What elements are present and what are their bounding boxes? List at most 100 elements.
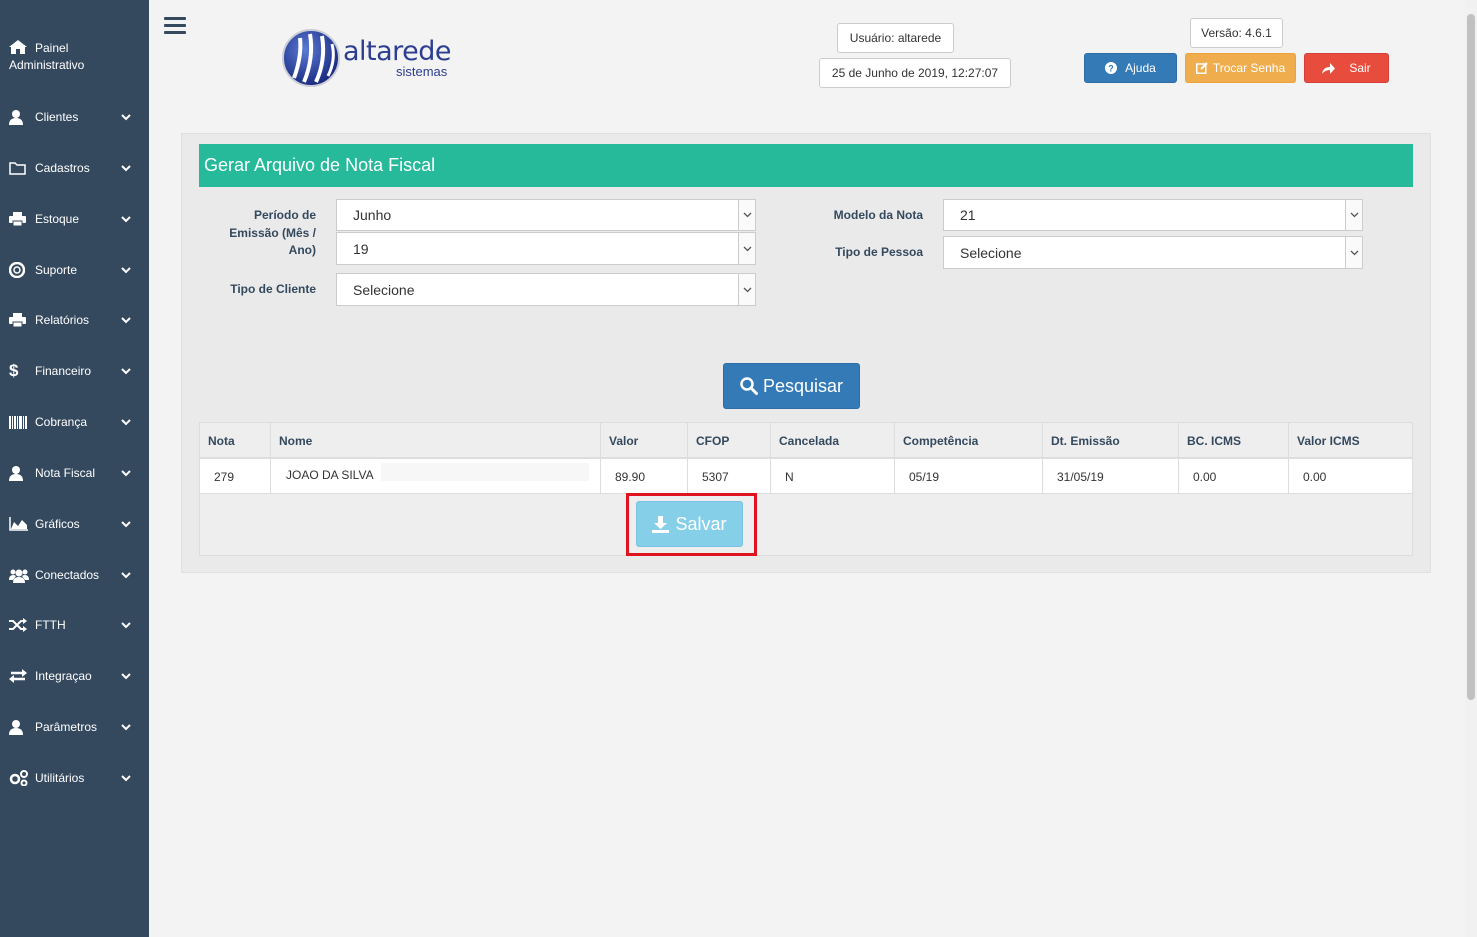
table-cell: 89.90 <box>601 459 688 494</box>
logo-globe-icon <box>282 29 340 87</box>
dollar-icon: $ <box>9 361 19 380</box>
sidebar-item-relatorios[interactable]: Relatórios <box>0 300 149 340</box>
sidebar-item-nota-fiscal[interactable]: Nota Fiscal <box>0 453 149 493</box>
year-select[interactable]: 19 <box>336 232 756 265</box>
search-icon <box>740 377 758 395</box>
chevron-down-icon <box>119 621 133 629</box>
column-header: Competência <box>895 423 1043 458</box>
chevron-down-icon <box>738 200 755 230</box>
sidebar-item-label: Cobrança <box>35 415 88 429</box>
sidebar-item-label: FTTH <box>35 618 66 632</box>
sidebar-item-painel[interactable]: Painel Administrativo <box>9 40 139 74</box>
save-button[interactable]: Salvar <box>636 501 743 547</box>
user-icon <box>9 719 29 735</box>
chevron-down-icon <box>119 520 133 528</box>
shuffle-icon <box>9 617 29 633</box>
chevron-down-icon <box>119 367 133 375</box>
sidebar-item-financeiro[interactable]: $ Financeiro <box>0 351 149 391</box>
redacted-area <box>381 463 589 481</box>
chevron-down-icon <box>738 233 755 264</box>
column-header: Nome <box>271 423 601 458</box>
column-header: Valor <box>601 423 688 458</box>
lifebuoy-icon <box>9 262 29 278</box>
column-header: Valor ICMS <box>1297 433 1360 448</box>
scrollbar-thumb[interactable] <box>1467 14 1475 700</box>
sidebar-item-label: Integraçao <box>35 669 92 683</box>
client-name: JOAO DA SILVA <box>286 468 374 482</box>
user-label: Usuário: altarede <box>837 23 954 53</box>
table-cell: 05/19 <box>895 459 1043 494</box>
search-button-label: Pesquisar <box>762 375 844 396</box>
sidebar-item-graficos[interactable]: Gráficos <box>0 504 149 544</box>
change-password-label: Trocar Senha <box>1212 61 1286 75</box>
person-type-label: Tipo de Pessoa <box>835 245 923 259</box>
sidebar-item-estoque[interactable]: Estoque <box>0 199 149 239</box>
exchange-icon <box>9 668 29 684</box>
sidebar: Painel Administrativo Clientes Cadastros… <box>0 0 149 937</box>
chevron-down-icon <box>119 774 133 782</box>
folder-icon <box>9 160 29 176</box>
sidebar-item-label: Clientes <box>35 110 79 124</box>
logout-button[interactable]: Sair <box>1304 53 1389 83</box>
client-type-label: Tipo de Cliente <box>230 282 316 296</box>
sidebar-item-label: Estoque <box>35 212 80 226</box>
search-button[interactable]: Pesquisar <box>723 363 860 409</box>
table-row[interactable]: 279 JOAO DA SILVA 89.90 5307 N 05/19 31/… <box>200 459 1412 494</box>
sidebar-item-label: Conectados <box>35 568 100 582</box>
sidebar-item-label: Suporte <box>35 263 78 277</box>
logo-wordmark: altarede <box>343 36 452 67</box>
chevron-down-icon <box>119 723 133 731</box>
edit-icon <box>1195 62 1208 74</box>
chevron-down-icon <box>119 469 133 477</box>
user-icon <box>9 109 29 125</box>
sidebar-item-cobranca[interactable]: Cobrança <box>0 402 149 442</box>
table-cell: 5307 <box>688 459 771 494</box>
person-type-select[interactable]: Selecione <box>943 236 1363 269</box>
chevron-down-icon <box>119 113 133 121</box>
table-cell: N <box>771 459 895 494</box>
barcode-icon <box>9 414 29 430</box>
user-icon <box>9 465 29 481</box>
sidebar-painel-line2: Administrativo <box>9 58 85 72</box>
page-title: Gerar Arquivo de Nota Fiscal <box>199 144 1413 187</box>
column-header: BC. ICMS <box>1179 423 1289 458</box>
download-icon <box>652 515 670 533</box>
chevron-down-icon <box>119 571 133 579</box>
chevron-down-icon <box>1345 237 1362 268</box>
sidebar-item-conectados[interactable]: Conectados <box>0 555 149 595</box>
sidebar-item-ftth[interactable]: FTTH <box>0 605 149 645</box>
chevron-down-icon <box>119 164 133 172</box>
help-button[interactable]: ? Ajuda <box>1084 53 1177 83</box>
month-select-value: Junho <box>353 207 392 223</box>
sidebar-item-parametros[interactable]: Parâmetros <box>0 707 149 747</box>
chevron-down-icon <box>119 316 133 324</box>
column-header: Cancelada <box>771 423 895 458</box>
column-header: CFOP <box>688 423 771 458</box>
logo-subtitle: sistemas <box>396 64 448 79</box>
sidebar-item-clientes[interactable]: Clientes <box>0 97 149 137</box>
print-icon <box>9 312 29 328</box>
sidebar-item-label: Relatórios <box>35 313 90 327</box>
sidebar-item-label: Financeiro <box>35 364 92 378</box>
results-table: Nota Nome Valor CFOP Cancelada Competênc… <box>199 422 1413 556</box>
users-icon <box>9 567 29 583</box>
change-password-button[interactable]: Trocar Senha <box>1185 53 1296 83</box>
column-header: Nota <box>200 423 271 458</box>
model-select[interactable]: 21 <box>943 199 1363 231</box>
sidebar-item-cadastros[interactable]: Cadastros <box>0 148 149 188</box>
save-button-label: Salvar <box>675 513 727 534</box>
year-select-value: 19 <box>353 240 369 257</box>
menu-toggle-icon[interactable] <box>164 17 186 37</box>
client-type-select[interactable]: Selecione <box>336 273 756 306</box>
sidebar-item-suporte[interactable]: Suporte <box>0 250 149 290</box>
sidebar-item-utilitarios[interactable]: Utilitários <box>0 758 149 798</box>
month-select[interactable]: Junho <box>336 199 756 231</box>
chevron-down-icon <box>119 215 133 223</box>
scrollbar[interactable] <box>1465 0 1477 937</box>
sidebar-item-integracao[interactable]: Integraçao <box>0 656 149 696</box>
sidebar-painel-line1: Painel <box>35 41 69 55</box>
sidebar-item-label: Parâmetros <box>35 720 98 734</box>
datetime-label: 25 de Junho de 2019, 12:27:07 <box>819 58 1011 88</box>
chevron-down-icon <box>1345 200 1362 230</box>
person-type-select-value: Selecione <box>960 244 1022 261</box>
